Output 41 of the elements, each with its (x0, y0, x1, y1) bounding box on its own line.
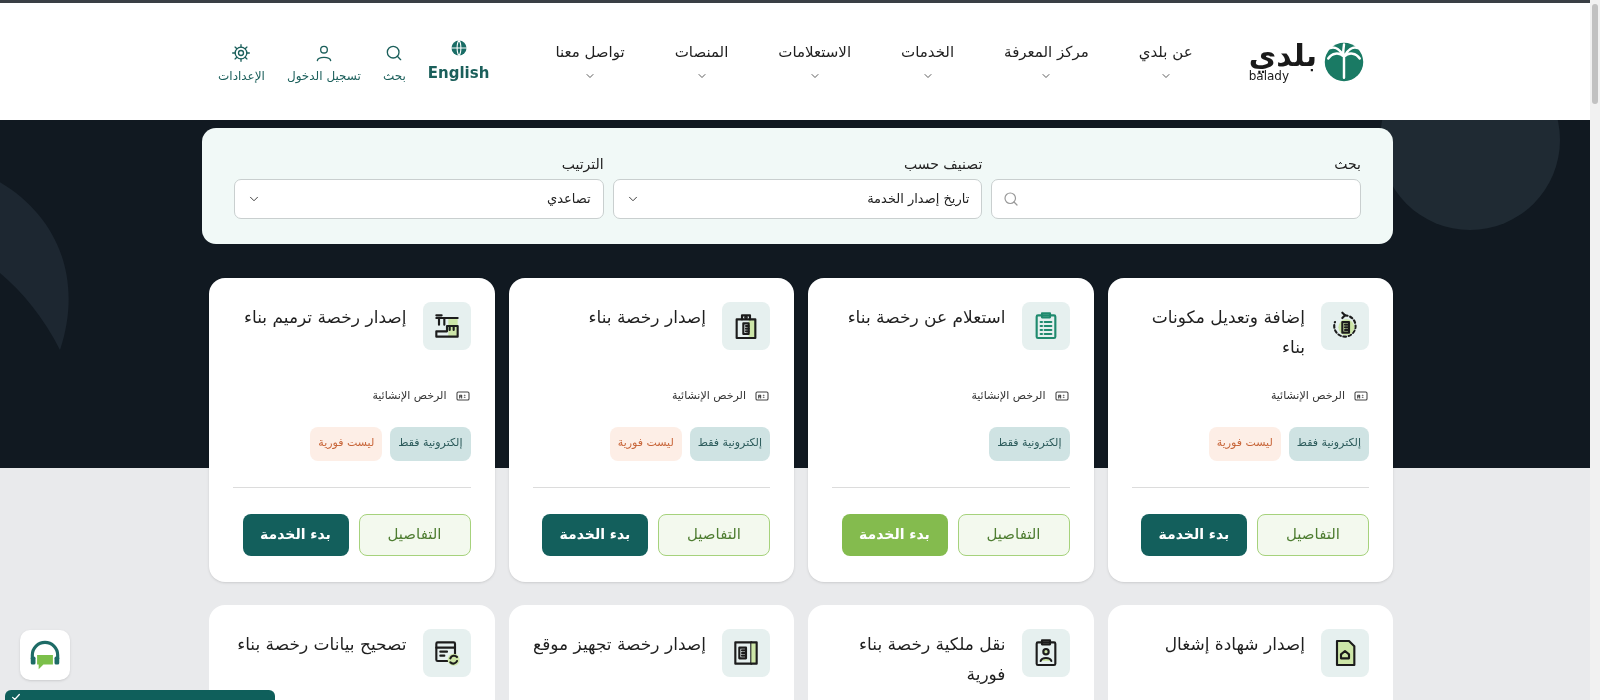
toolbar-button[interactable]: بحث (382, 42, 406, 85)
field-label: تصنيف حسب (903, 155, 983, 174)
tag: إلكترونية فقط (390, 426, 471, 461)
nav-menu-item[interactable]: تواصل معنا (555, 41, 625, 82)
start-service-button[interactable]: بدء الخدمة (242, 513, 349, 556)
dropdown-field[interactable]: تاريخ إصدار الخدمة (612, 179, 983, 219)
card-title: استعلام عن رخصة بناء (847, 306, 1006, 329)
category-label: الرخص الإنشائية (671, 388, 746, 404)
card-title: إصدار رخصة بناء (588, 306, 706, 329)
card-title: إصدار رخصة تجهيز موقع (533, 633, 706, 657)
card-title: إصدار شهادة إشغال (1164, 633, 1305, 657)
toolbar-button[interactable]: الإعدادات (218, 42, 265, 85)
nav-menu-item[interactable]: الخدمات (901, 41, 955, 82)
tag: إلكترونية فقط (689, 426, 770, 461)
card-title: إصدار رخصة ترميم بناء (244, 306, 407, 329)
field-label: الترتيب (560, 155, 604, 175)
card-title: إضافة وتعديل مكونات بناء (1150, 306, 1305, 359)
details-button[interactable]: التفاصيل (658, 513, 770, 556)
tag: إلكترونية فقط (1288, 426, 1369, 461)
nav-menu-item[interactable]: مركز المعرفة (1004, 41, 1089, 82)
details-button[interactable]: التفاصيل (1257, 513, 1369, 556)
dropdown-field[interactable]: تصاعدي (234, 179, 604, 219)
tag: إلكترونية فقط (989, 426, 1070, 461)
tag: ليست فورية (310, 426, 383, 461)
toolbar-button[interactable]: English (427, 38, 490, 85)
card-title: تصحيح بيانات رخصة بناء (237, 633, 407, 657)
start-service-button[interactable]: بدء الخدمة (1141, 513, 1247, 556)
field-label: بحث (1333, 155, 1361, 174)
category-label: الرخص الإنشائية (1270, 388, 1345, 404)
category-label: الرخص الإنشائية (971, 388, 1046, 404)
tag: ليست فورية (1208, 426, 1281, 461)
nav-menu-item[interactable]: المنصات (674, 41, 729, 82)
tag: ليست فورية (609, 426, 682, 461)
start-service-button[interactable]: بدء الخدمة (542, 513, 648, 556)
nav-menu-item[interactable]: عن بلدي (1138, 41, 1193, 82)
nav-menu-item[interactable]: الاستعلامات (778, 41, 852, 82)
toolbar-button[interactable]: تسجيل الدخول (286, 42, 361, 85)
category-label: الرخص الإنشائية (372, 388, 447, 404)
details-button[interactable]: التفاصيل (957, 513, 1070, 556)
details-button[interactable]: التفاصيل (358, 513, 471, 556)
card-title: نقل ملكية رخصة بناء فورية (858, 633, 1006, 686)
